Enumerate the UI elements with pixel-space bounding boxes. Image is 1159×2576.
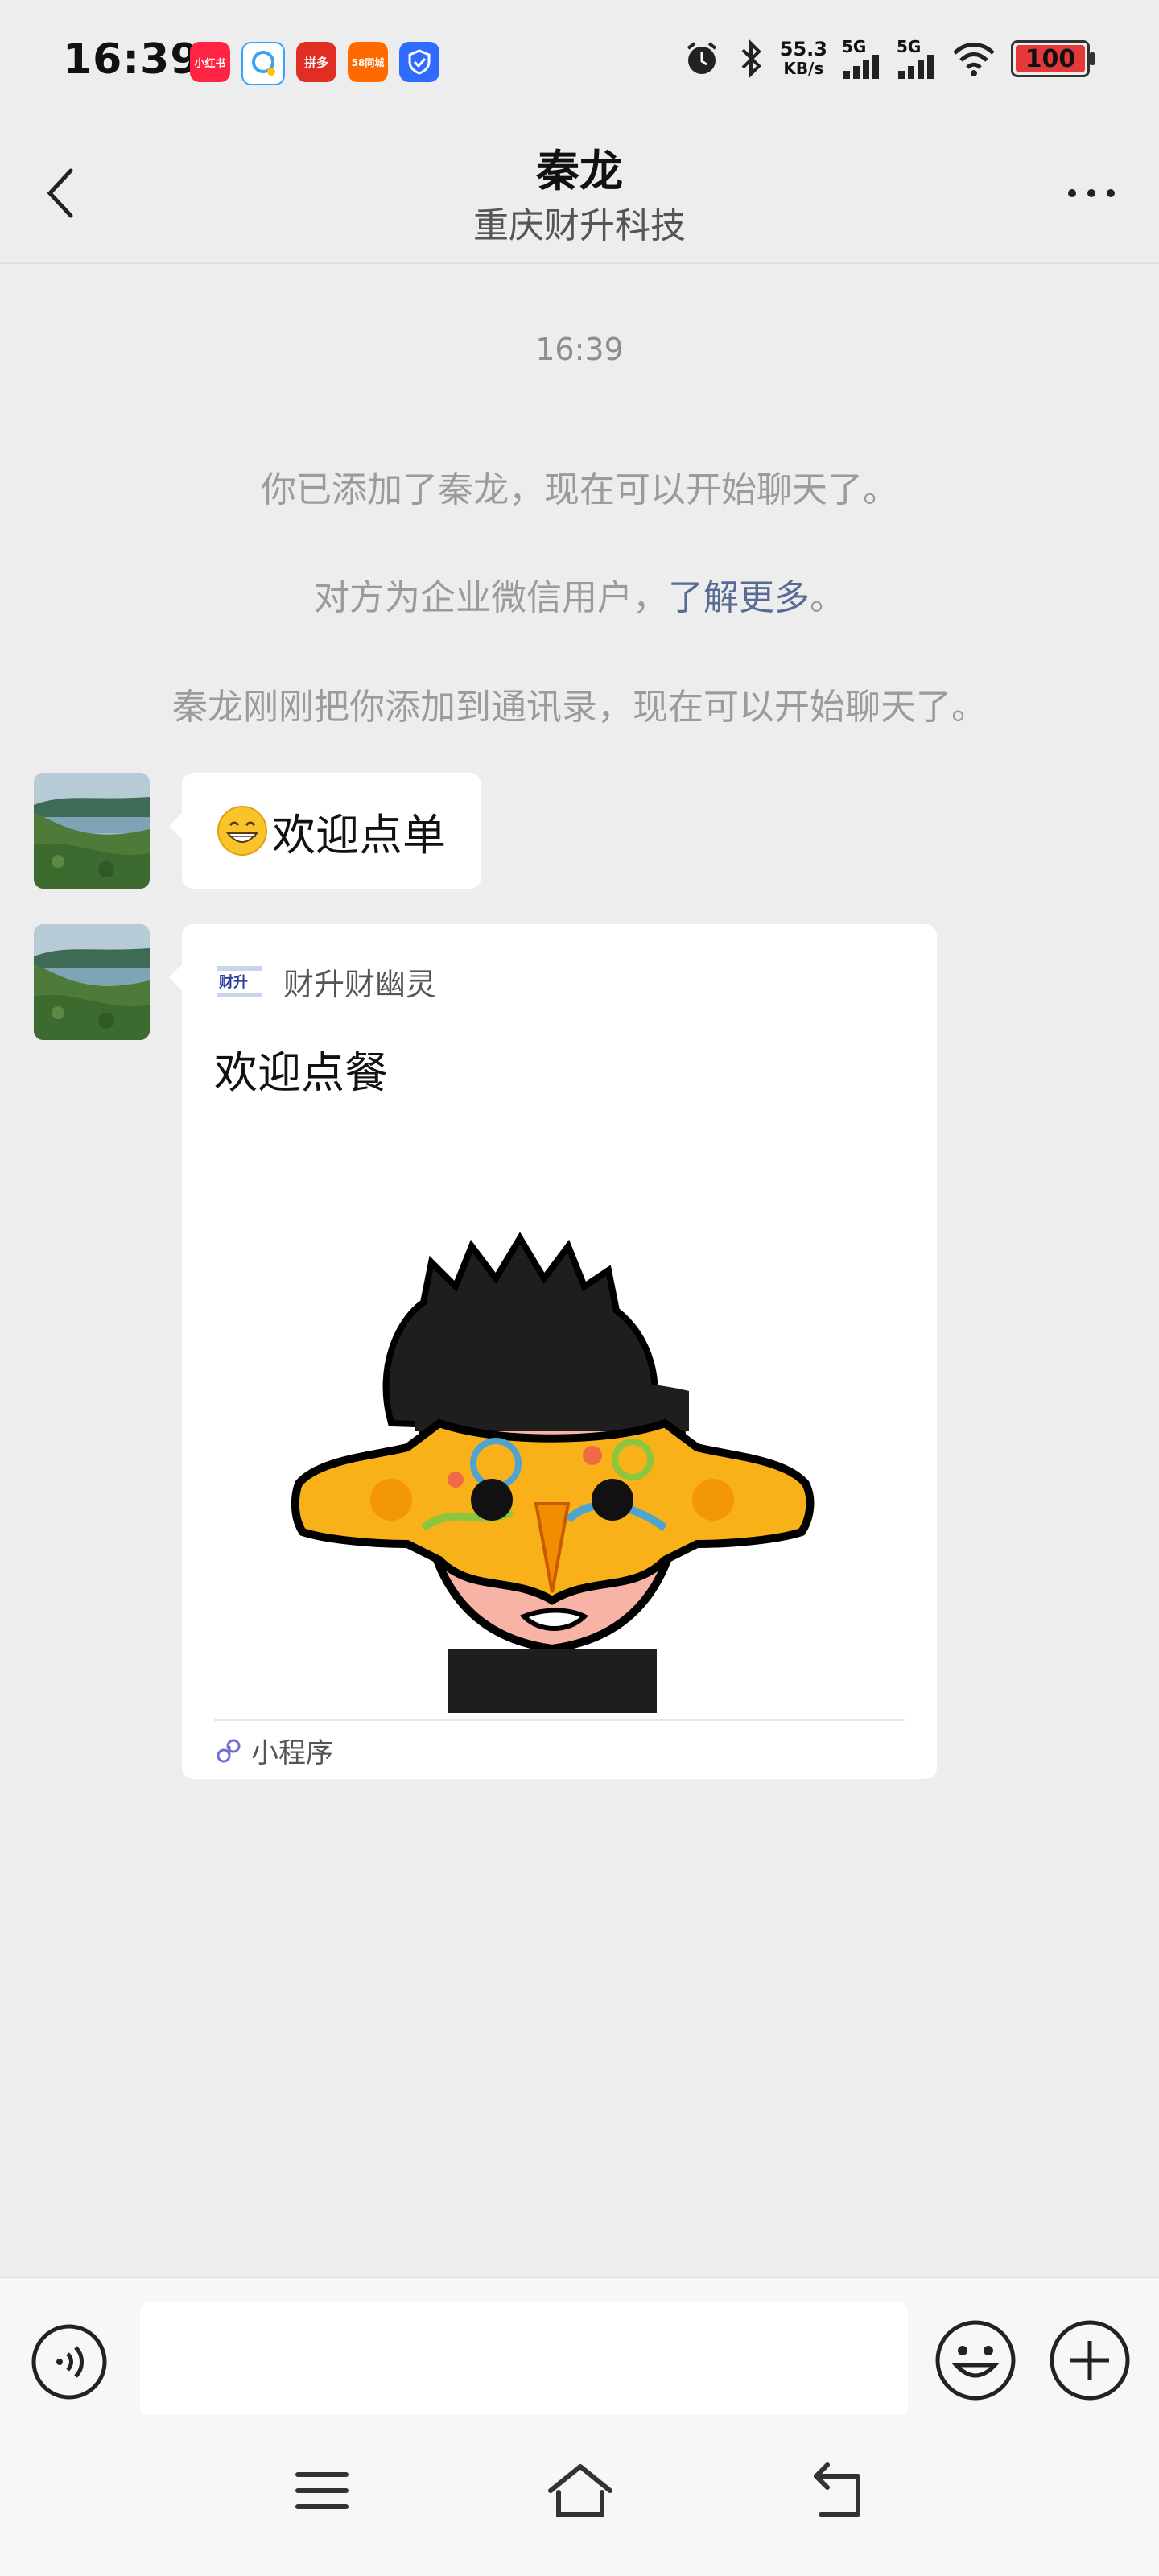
- signal-sim2: 5G: [897, 39, 937, 79]
- smile-icon: [935, 2320, 1016, 2401]
- card-divider: [214, 1719, 905, 1721]
- input-bar: [0, 2277, 1159, 2418]
- chat-title: 秦龙: [536, 146, 623, 196]
- caisheng-logo-icon: 财升: [217, 965, 262, 997]
- chat-header: 秦龙 重庆财升科技: [0, 121, 1159, 264]
- card-footer-label: 小程序: [251, 1737, 333, 1769]
- card-thumbnail: [214, 1182, 906, 1802]
- card-source: 财升 财升财幽灵: [214, 960, 436, 1004]
- signal-sim1: 5G: [842, 39, 882, 79]
- system-nav-bar: [0, 2415, 1159, 2576]
- alarm-icon: [687, 42, 716, 74]
- system-message: 你已添加了秦龙，现在可以开始聊天了。: [261, 469, 898, 510]
- battery-indicator: 100: [1011, 40, 1095, 77]
- nav-menu-button[interactable]: [290, 2467, 354, 2518]
- xiaohongshu-icon: 小红书: [190, 42, 230, 82]
- emoji-button[interactable]: [934, 2318, 1017, 2405]
- return-icon: [814, 2462, 860, 2517]
- message-text: 欢迎点单: [272, 809, 446, 861]
- signal-icon: [898, 55, 934, 79]
- net-speed: 55.3 KB/s: [779, 38, 827, 78]
- learn-more-link[interactable]: 了解更多: [668, 577, 810, 618]
- avatar[interactable]: [34, 924, 150, 1040]
- card-footer: 小程序: [214, 1731, 333, 1770]
- nav-back-button[interactable]: [805, 2460, 869, 2524]
- status-app-icons: 小红书 拼多 58同城: [190, 42, 439, 85]
- pinduoduo-icon: 拼多: [296, 42, 336, 82]
- message-bubble[interactable]: 欢迎点单: [169, 773, 481, 889]
- nav-home-button[interactable]: [544, 2460, 617, 2524]
- message-timestamp: 16:39: [535, 332, 624, 367]
- menu-icon: [295, 2472, 349, 2509]
- more-functions-button[interactable]: [1048, 2318, 1132, 2405]
- status-time: 16:39: [63, 35, 200, 84]
- voice-button[interactable]: [31, 2323, 108, 2404]
- card-source-name: 财升财幽灵: [283, 967, 437, 1002]
- 58-icon: 58同城: [348, 42, 388, 82]
- avatar[interactable]: [34, 773, 150, 889]
- wifi-icon: [953, 43, 995, 76]
- more-button[interactable]: [1059, 177, 1124, 209]
- chat-subtitle: 重庆财升科技: [473, 205, 686, 246]
- svg-text:财升: 财升: [219, 973, 248, 991]
- shield-icon: [399, 42, 439, 82]
- voice-icon: [31, 2324, 107, 2400]
- mini-program-card[interactable]: 财升 财升财幽灵 欢迎点餐 小程序: [169, 924, 937, 1779]
- message-input[interactable]: [140, 2302, 908, 2418]
- bluetooth-icon: [741, 39, 761, 78]
- home-icon: [548, 2464, 612, 2517]
- grinning-face-icon: [217, 806, 267, 856]
- signal-icon: [843, 55, 879, 79]
- plus-circle-icon: [1050, 2320, 1130, 2401]
- system-message-enterprise: 对方为企业微信用户，了解更多。: [314, 577, 845, 618]
- more-icon: [1068, 189, 1115, 197]
- qq-icon: [241, 42, 285, 85]
- system-message: 秦龙刚刚把你添加到通讯录，现在可以开始聊天了。: [172, 687, 987, 728]
- status-bar: 16:39 小红书 拼多 58同城 55.3 KB/s 5G 5G 100: [0, 0, 1159, 121]
- card-title: 欢迎点餐: [214, 1047, 388, 1098]
- status-indicators: 55.3 KB/s 5G 5G 100: [682, 38, 1095, 79]
- mini-program-icon: [217, 1739, 241, 1762]
